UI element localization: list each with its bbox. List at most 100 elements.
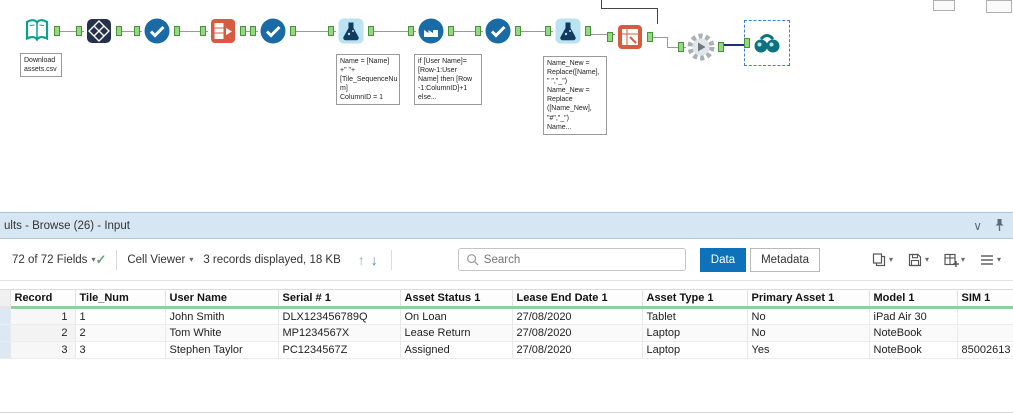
table-row[interactable]: 1 1 John Smith DLX123456789Q On Loan 27/… xyxy=(0,307,1013,325)
cell[interactable]: 27/08/2020 xyxy=(512,324,643,342)
canvas-control-button[interactable] xyxy=(933,0,955,11)
cell[interactable]: 27/08/2020 xyxy=(512,341,643,359)
column-header-user-name[interactable]: User Name xyxy=(165,289,279,309)
cell[interactable] xyxy=(957,324,1013,342)
workflow-canvas[interactable]: Download assets.csv Name = [Name] +" "+ … xyxy=(0,0,1013,212)
cell[interactable]: 85002613 xyxy=(957,341,1013,359)
caret-down-icon: ▾ xyxy=(888,255,893,264)
results-toolbar: 72 of 72 Fields ▾ ✓ Cell Viewer ▾ 3 reco… xyxy=(0,239,1013,281)
row-gutter[interactable] xyxy=(0,307,11,325)
tool-select-1[interactable] xyxy=(134,16,180,46)
cell[interactable]: 3 xyxy=(10,341,76,359)
cell[interactable]: Laptop xyxy=(642,324,748,342)
data-table: Record Tile_Num User Name Serial # 1 Ass… xyxy=(0,289,1013,359)
column-header-primary-asset[interactable]: Primary Asset 1 xyxy=(747,289,870,309)
results-title: ults - Browse (26) - Input xyxy=(4,219,130,232)
table-row[interactable]: 3 3 Stephen Taylor PC1234567Z Assigned 2… xyxy=(0,341,1013,359)
cell[interactable]: On Loan xyxy=(400,307,513,325)
arrow-up-icon[interactable]: ↑ xyxy=(355,252,368,268)
column-header-model[interactable]: Model 1 xyxy=(869,289,958,309)
search-box[interactable] xyxy=(457,248,686,271)
tool-text-to-columns[interactable] xyxy=(200,16,246,46)
annotation-input[interactable]: Download assets.csv xyxy=(20,53,62,78)
output-anchor xyxy=(515,26,521,36)
cell[interactable]: MP1234567X xyxy=(278,324,401,342)
output-anchor xyxy=(240,26,246,36)
cell[interactable]: Tablet xyxy=(642,307,748,325)
tool-tile[interactable] xyxy=(76,16,122,46)
cell[interactable]: Lease Return xyxy=(400,324,513,342)
cell[interactable]: Laptop xyxy=(642,341,748,359)
tool-multi-row-formula[interactable] xyxy=(408,16,454,46)
annotation-formula-2[interactable]: Name_New = Replace([Name], " ","_") Name… xyxy=(543,56,607,135)
input-anchor xyxy=(250,26,256,36)
tool-select-3[interactable] xyxy=(475,16,521,46)
cell[interactable]: 2 xyxy=(75,324,166,342)
canvas-control-button[interactable] xyxy=(986,0,1012,13)
output-anchor xyxy=(368,26,374,36)
menu-dropdown-button[interactable]: ▾ xyxy=(979,252,1001,268)
cell[interactable] xyxy=(957,307,1013,325)
cell[interactable]: Tom White xyxy=(165,324,279,342)
cell[interactable]: Yes xyxy=(747,341,870,359)
cell[interactable]: Assigned xyxy=(400,341,513,359)
input-anchor xyxy=(744,38,750,48)
tool-macro[interactable] xyxy=(678,32,724,62)
annotation-multi-row[interactable]: if [User Name]= [Row-1:User Name] then [… xyxy=(414,54,482,106)
connection-wire xyxy=(657,8,658,24)
input-anchor xyxy=(545,26,551,36)
pin-icon[interactable] xyxy=(994,218,1005,234)
row-gutter[interactable] xyxy=(0,341,11,359)
cell[interactable]: DLX123456789Q xyxy=(278,307,401,325)
text-to-columns-icon xyxy=(211,19,235,43)
search-input[interactable] xyxy=(483,253,678,266)
cell[interactable]: PC1234567Z xyxy=(278,341,401,359)
column-header-serial[interactable]: Serial # 1 xyxy=(278,289,401,309)
gear-icon xyxy=(687,33,715,61)
data-tab-button[interactable]: Data xyxy=(699,247,747,272)
cell[interactable]: NoteBook xyxy=(869,341,958,359)
cell[interactable]: NoteBook xyxy=(869,324,958,342)
cell[interactable]: 3 xyxy=(75,341,166,359)
chevron-down-icon[interactable]: ∨ xyxy=(973,220,982,232)
column-header-tile-num[interactable]: Tile_Num xyxy=(75,289,166,309)
cell-viewer-dropdown[interactable]: Cell Viewer ▾ xyxy=(127,254,193,266)
cell[interactable]: John Smith xyxy=(165,307,279,325)
table-add-icon xyxy=(944,253,959,267)
tool-input-data[interactable] xyxy=(22,16,60,46)
cell[interactable]: 2 xyxy=(10,324,76,342)
table-row[interactable]: 2 2 Tom White MP1234567X Lease Return 27… xyxy=(0,324,1013,342)
copy-dropdown-button[interactable]: ▾ xyxy=(871,252,893,268)
tool-select-2[interactable] xyxy=(250,16,296,46)
tool-browse[interactable] xyxy=(744,28,782,58)
tool-formula-2[interactable] xyxy=(545,16,591,46)
cell[interactable]: 1 xyxy=(75,307,166,325)
search-icon xyxy=(466,254,479,266)
tool-formula-1[interactable] xyxy=(328,16,374,46)
column-header-lease-end[interactable]: Lease End Date 1 xyxy=(512,289,643,309)
cell[interactable]: No xyxy=(747,307,870,325)
new-window-dropdown-button[interactable]: ▾ xyxy=(943,252,965,268)
fields-dropdown[interactable]: 72 of 72 Fields ▾ xyxy=(12,254,95,266)
tool-cross-tab[interactable] xyxy=(607,22,653,52)
select-icon xyxy=(485,18,511,44)
column-header-asset-type[interactable]: Asset Type 1 xyxy=(642,289,748,309)
connection-wire xyxy=(601,8,658,9)
column-header-sim[interactable]: SIM 1 xyxy=(957,289,1013,309)
cell[interactable]: iPad Air 30 xyxy=(869,307,958,325)
output-anchor xyxy=(116,26,122,36)
column-header-asset-status[interactable]: Asset Status 1 xyxy=(400,289,513,309)
cell[interactable]: Stephen Taylor xyxy=(165,341,279,359)
row-gutter[interactable] xyxy=(0,324,11,342)
column-header-record[interactable]: Record xyxy=(10,289,76,309)
cell[interactable]: 27/08/2020 xyxy=(512,307,643,325)
toolbar-icon-group: ▾ ▾ ▾ ▾ xyxy=(871,252,1001,268)
annotation-formula-1[interactable]: Name = [Name] +" "+ [Tile_SequenceNu m] … xyxy=(336,54,400,106)
cell[interactable]: No xyxy=(747,324,870,342)
save-dropdown-button[interactable]: ▾ xyxy=(907,252,929,268)
input-data-icon xyxy=(25,19,49,42)
metadata-tab-button[interactable]: Metadata xyxy=(750,247,821,272)
apply-check-icon[interactable]: ✓ xyxy=(95,252,106,268)
cell[interactable]: 1 xyxy=(10,307,76,325)
arrow-down-icon[interactable]: ↓ xyxy=(368,252,381,268)
